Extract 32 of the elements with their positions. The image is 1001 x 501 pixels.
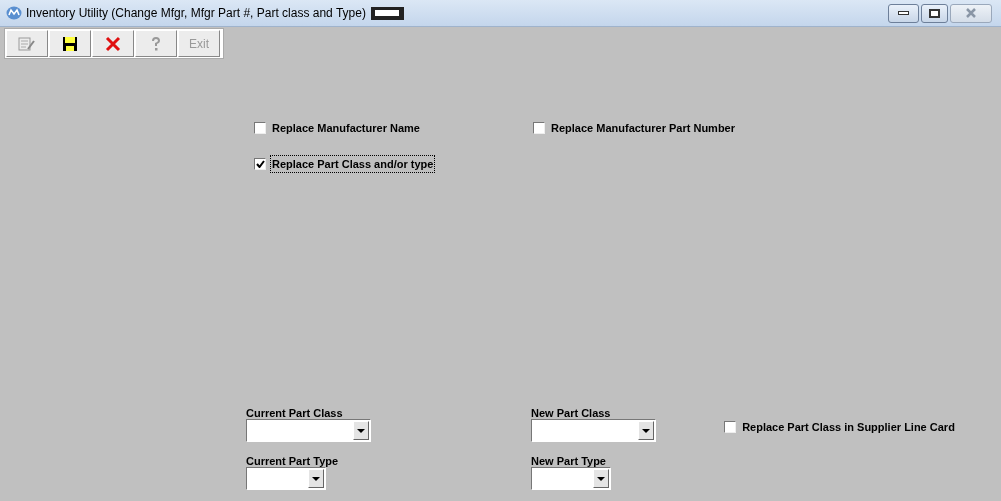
- edit-icon: [18, 35, 36, 52]
- save-button[interactable]: [49, 30, 91, 57]
- checkbox[interactable]: [254, 157, 266, 170]
- dropdown-field[interactable]: [531, 419, 656, 442]
- dropdown-arrow-icon: [597, 476, 605, 481]
- dropdown-arrow-icon: [357, 428, 365, 433]
- checkbox[interactable]: [724, 421, 737, 434]
- field-label: New Part Class: [531, 407, 612, 419]
- maximize-button[interactable]: [921, 3, 948, 23]
- checkbox-label[interactable]: Replace Manufacturer Name: [270, 119, 422, 138]
- field-label: Current Part Type: [246, 455, 340, 467]
- checkbox-label[interactable]: Replace Part Class in Supplier Line Card: [740, 418, 957, 437]
- checkbox[interactable]: [254, 122, 266, 135]
- delete-icon: [105, 35, 121, 52]
- dropdown-field[interactable]: [246, 467, 326, 490]
- checkbox[interactable]: [533, 122, 545, 135]
- app-logo-icon: [6, 6, 22, 20]
- save-icon: [62, 35, 78, 52]
- dropdown-arrow-icon: [312, 476, 320, 481]
- dropdown-arrow-icon: [642, 428, 650, 433]
- close-icon: [965, 8, 977, 18]
- delete-button[interactable]: [92, 30, 134, 57]
- minimize-button[interactable]: [888, 3, 919, 23]
- help-icon: [150, 35, 162, 52]
- title-badge: [370, 6, 404, 20]
- window-title: Inventory Utility (Change Mfgr, Mfgr Part #, Part class and Type): [26, 5, 366, 22]
- dropdown-field[interactable]: [531, 467, 611, 490]
- field-label: Current Part Class: [246, 407, 344, 419]
- checkbox-label[interactable]: Replace Manufacturer Part Number: [549, 119, 737, 138]
- dropdown-field[interactable]: [246, 419, 371, 442]
- checkbox-label[interactable]: Replace Part Class and/or type: [270, 154, 436, 173]
- field-label: New Part Type: [531, 455, 607, 467]
